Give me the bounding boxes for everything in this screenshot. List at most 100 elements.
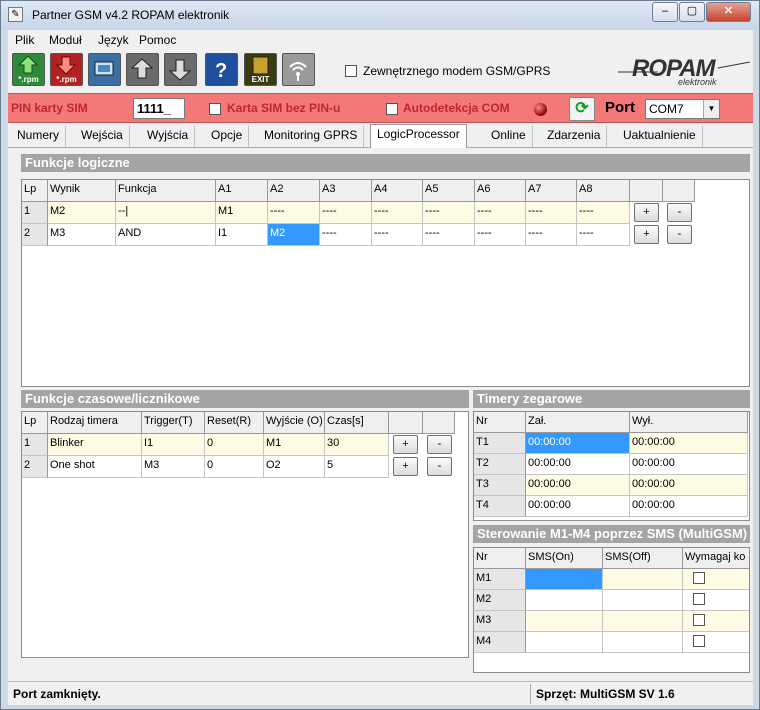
autodetect-checkbox[interactable] <box>386 103 398 115</box>
clock-time-cell[interactable]: 00:00:00 <box>526 433 630 454</box>
clock-time-cell[interactable]: 00:00:00 <box>526 454 630 475</box>
logic-cell[interactable]: ---- <box>268 202 320 224</box>
timer-cell[interactable]: I1 <box>142 434 205 456</box>
add-timer-button[interactable]: + <box>393 457 418 476</box>
logic-cell[interactable]: ---- <box>475 202 526 224</box>
tab-uaktualnienie[interactable]: Uaktualnienie <box>617 126 703 147</box>
clock-time-cell[interactable]: 00:00:00 <box>630 475 748 496</box>
exit-icon[interactable]: EXIT <box>244 53 277 86</box>
add-row-button[interactable]: + <box>634 225 659 244</box>
app-window: ✎ Partner GSM v4.2 ROPAM elektronik – ▢ … <box>0 0 760 710</box>
logic-col-header: A6 <box>475 180 526 202</box>
tab-online[interactable]: Online <box>485 126 533 147</box>
timer-cell[interactable]: Blinker <box>48 434 142 456</box>
logic-col-header: Funkcja <box>116 180 216 202</box>
menu-jezyk[interactable]: Język <box>98 33 129 47</box>
download-label: *.rpm <box>56 75 77 84</box>
logic-cell[interactable]: ---- <box>526 202 577 224</box>
remove-timer-button[interactable]: - <box>427 457 452 476</box>
require-code-checkbox[interactable] <box>693 614 705 626</box>
refresh-icon[interactable]: ⟳ <box>569 97 595 121</box>
port-select[interactable]: COM7 ▼ <box>645 99 720 119</box>
menu-modul[interactable]: Moduł <box>49 33 82 47</box>
write-device-icon[interactable] <box>164 53 197 86</box>
tab-numery[interactable]: Numery <box>11 126 67 147</box>
remove-row-button[interactable]: - <box>667 225 692 244</box>
logic-col-header: Lp <box>22 180 48 202</box>
logic-cell[interactable]: ---- <box>423 224 475 246</box>
logic-cell[interactable]: ---- <box>372 224 423 246</box>
upload-icon[interactable]: *.rpm <box>12 53 45 86</box>
logic-cell[interactable]: M2 <box>48 202 116 224</box>
read-device-icon[interactable] <box>126 53 159 86</box>
chevron-down-icon[interactable]: ▼ <box>703 100 719 118</box>
logic-cell[interactable]: ---- <box>577 224 630 246</box>
sms-text-cell[interactable] <box>603 611 683 632</box>
timer-cell[interactable]: 0 <box>205 434 264 456</box>
tab-wejscia[interactable]: Wejścia <box>75 126 130 147</box>
download-icon[interactable]: *.rpm <box>50 53 83 86</box>
tab-wyjscia[interactable]: Wyjścia <box>141 126 196 147</box>
remove-timer-button[interactable]: - <box>427 435 452 454</box>
help-icon[interactable]: ? <box>205 53 238 86</box>
tab-zdarzenia[interactable]: Zdarzenia <box>541 126 608 147</box>
sms-text-cell[interactable] <box>526 569 603 590</box>
timer-cell[interactable]: M1 <box>264 434 325 456</box>
logic-cell[interactable]: ---- <box>475 224 526 246</box>
pin-input[interactable]: 1111_ <box>133 98 185 119</box>
tab-opcje[interactable]: Opcje <box>205 126 250 147</box>
sim-no-pin-checkbox[interactable] <box>209 103 221 115</box>
maximize-button[interactable]: ▢ <box>679 2 705 22</box>
autodetect-label: Autodetekcja COM <box>403 101 510 115</box>
menu-plik[interactable]: Plik <box>15 33 34 47</box>
connect-icon[interactable] <box>88 53 121 86</box>
logic-cell[interactable]: M3 <box>48 224 116 246</box>
clock-time-cell[interactable]: 00:00:00 <box>630 454 748 475</box>
require-code-checkbox[interactable] <box>693 593 705 605</box>
timer-cell[interactable]: One shot <box>48 456 142 478</box>
tab-bar: Numery Wejścia Wyjścia Opcje Monitoring … <box>8 124 753 148</box>
logic-cell[interactable]: ---- <box>577 202 630 224</box>
clock-time-cell[interactable]: 00:00:00 <box>526 475 630 496</box>
logic-cell[interactable]: M2 <box>268 224 320 246</box>
logic-cell[interactable]: I1 <box>216 224 268 246</box>
timer-cell[interactable]: O2 <box>264 456 325 478</box>
timer-cell[interactable]: 30 <box>325 434 389 456</box>
sms-text-cell[interactable] <box>526 611 603 632</box>
timer-cell[interactable]: 0 <box>205 456 264 478</box>
sms-text-cell[interactable] <box>526 590 603 611</box>
clock-time-cell[interactable]: 00:00:00 <box>630 496 748 517</box>
logic-cell[interactable]: ---- <box>320 224 372 246</box>
logic-cell[interactable]: ---- <box>423 202 475 224</box>
timer-id: T2 <box>474 454 526 475</box>
logic-cell[interactable]: ---- <box>320 202 372 224</box>
add-row-button[interactable]: + <box>634 203 659 222</box>
menu-pomoc[interactable]: Pomoc <box>139 33 176 47</box>
wireless-icon[interactable] <box>282 53 315 86</box>
logic-cell[interactable]: ---- <box>526 224 577 246</box>
minimize-button[interactable]: – <box>652 2 678 22</box>
logic-cell[interactable]: M1 <box>216 202 268 224</box>
close-button[interactable]: ✕ <box>706 2 751 22</box>
tab-logicprocessor[interactable]: LogicProcessor <box>370 124 467 148</box>
sms-text-cell[interactable] <box>603 632 683 653</box>
sms-text-cell[interactable] <box>526 632 603 653</box>
sms-text-cell[interactable] <box>603 569 683 590</box>
logic-cell[interactable]: ---- <box>372 202 423 224</box>
require-code-checkbox[interactable] <box>693 635 705 647</box>
require-code-checkbox[interactable] <box>693 572 705 584</box>
remove-row-button[interactable]: - <box>667 203 692 222</box>
clock-time-cell[interactable]: 00:00:00 <box>630 433 748 454</box>
sms-control-grid: Nr SMS(On) SMS(Off) Wymagaj ko M1 M2 M3 M4 <box>473 547 750 673</box>
tab-monitoring-gprs[interactable]: Monitoring GPRS <box>258 126 365 147</box>
timer-cell[interactable]: 5 <box>325 456 389 478</box>
clock-time-cell[interactable]: 00:00:00 <box>526 496 630 517</box>
logic-cell[interactable]: --| <box>116 202 216 224</box>
timer-cell[interactable]: M3 <box>142 456 205 478</box>
add-timer-button[interactable]: + <box>393 435 418 454</box>
external-modem-checkbox[interactable] <box>345 65 357 77</box>
logic-cell[interactable]: AND <box>116 224 216 246</box>
svg-text:elektronik: elektronik <box>678 77 717 87</box>
timer-col-header: Czas[s] <box>325 412 389 434</box>
sms-text-cell[interactable] <box>603 590 683 611</box>
